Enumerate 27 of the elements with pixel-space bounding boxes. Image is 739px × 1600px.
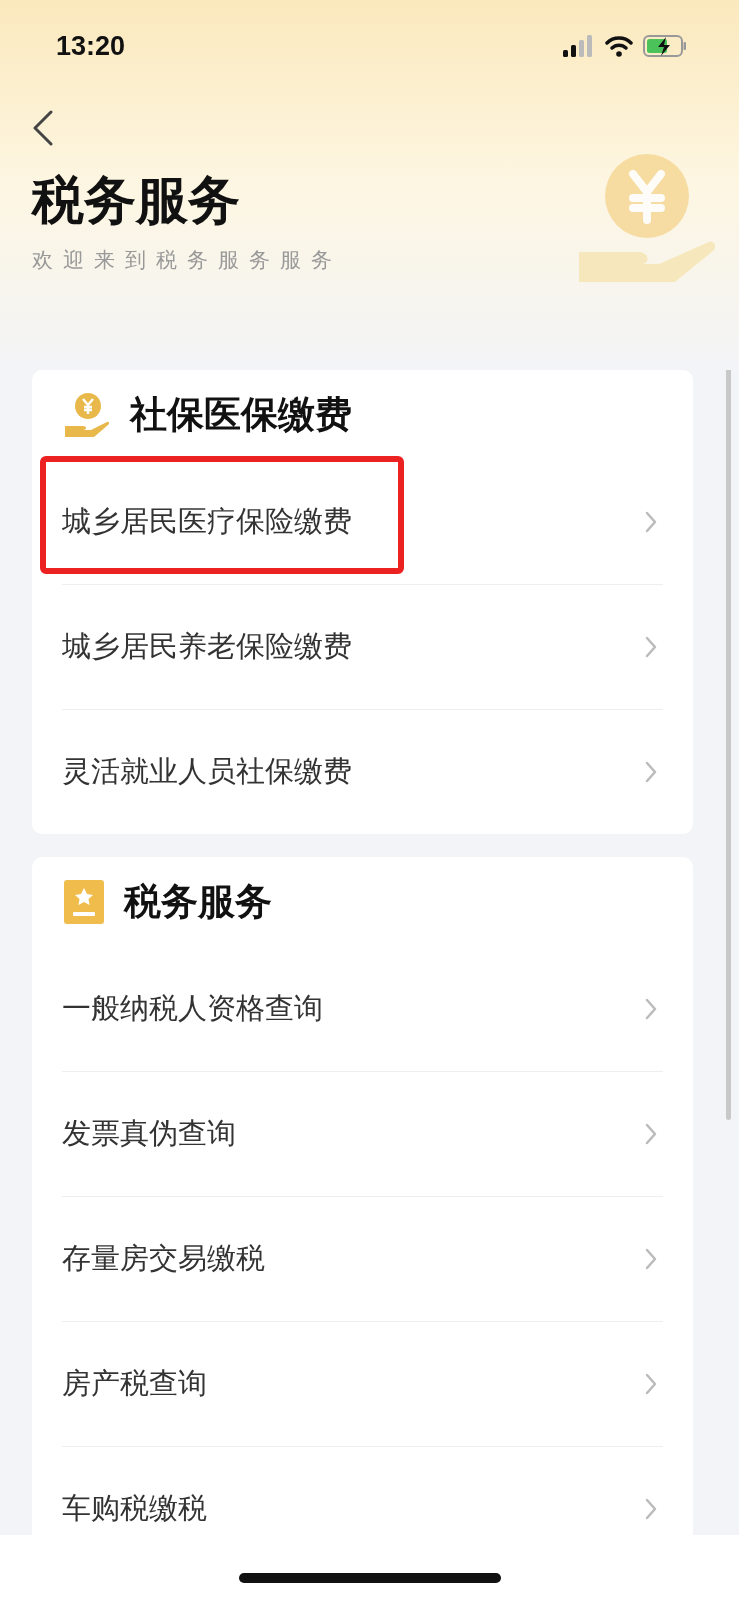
menu-item[interactable]: 城乡居民医疗保险缴费 xyxy=(62,460,663,584)
menu-item[interactable]: 车购税缴税 xyxy=(62,1447,663,1535)
chevron-icon xyxy=(645,636,657,658)
wifi-icon xyxy=(605,35,633,57)
menu-item[interactable]: 存量房交易缴税 xyxy=(62,1197,663,1321)
chevron-icon xyxy=(645,761,657,783)
menu-item[interactable]: 发票真伪查询 xyxy=(62,1072,663,1196)
coin-hand-icon xyxy=(64,392,110,438)
chevron-icon xyxy=(645,998,657,1020)
menu-item[interactable]: 一般纳税人资格查询 xyxy=(62,947,663,1071)
chevron-icon xyxy=(645,1248,657,1270)
menu-item[interactable]: 灵活就业人员社保缴费 xyxy=(62,710,663,834)
back-icon[interactable] xyxy=(32,110,54,146)
chevron-icon xyxy=(645,1498,657,1520)
page-subtitle: 欢迎来到税务服务服务 xyxy=(32,247,342,274)
menu-item[interactable]: 城乡居民养老保险缴费 xyxy=(62,585,663,709)
page-title: 税务服务 xyxy=(32,169,241,232)
badge-icon xyxy=(64,880,104,924)
section-title: 税务服务 xyxy=(124,879,272,925)
signal-icon xyxy=(563,35,595,57)
battery-icon xyxy=(643,35,687,57)
menu-item[interactable]: 房产税查询 xyxy=(62,1322,663,1446)
chevron-icon xyxy=(645,1373,657,1395)
status-time: 13:20 xyxy=(56,30,126,62)
chevron-icon xyxy=(645,511,657,533)
section-title: 社保医保缴费 xyxy=(130,392,352,438)
chevron-icon xyxy=(645,1123,657,1145)
